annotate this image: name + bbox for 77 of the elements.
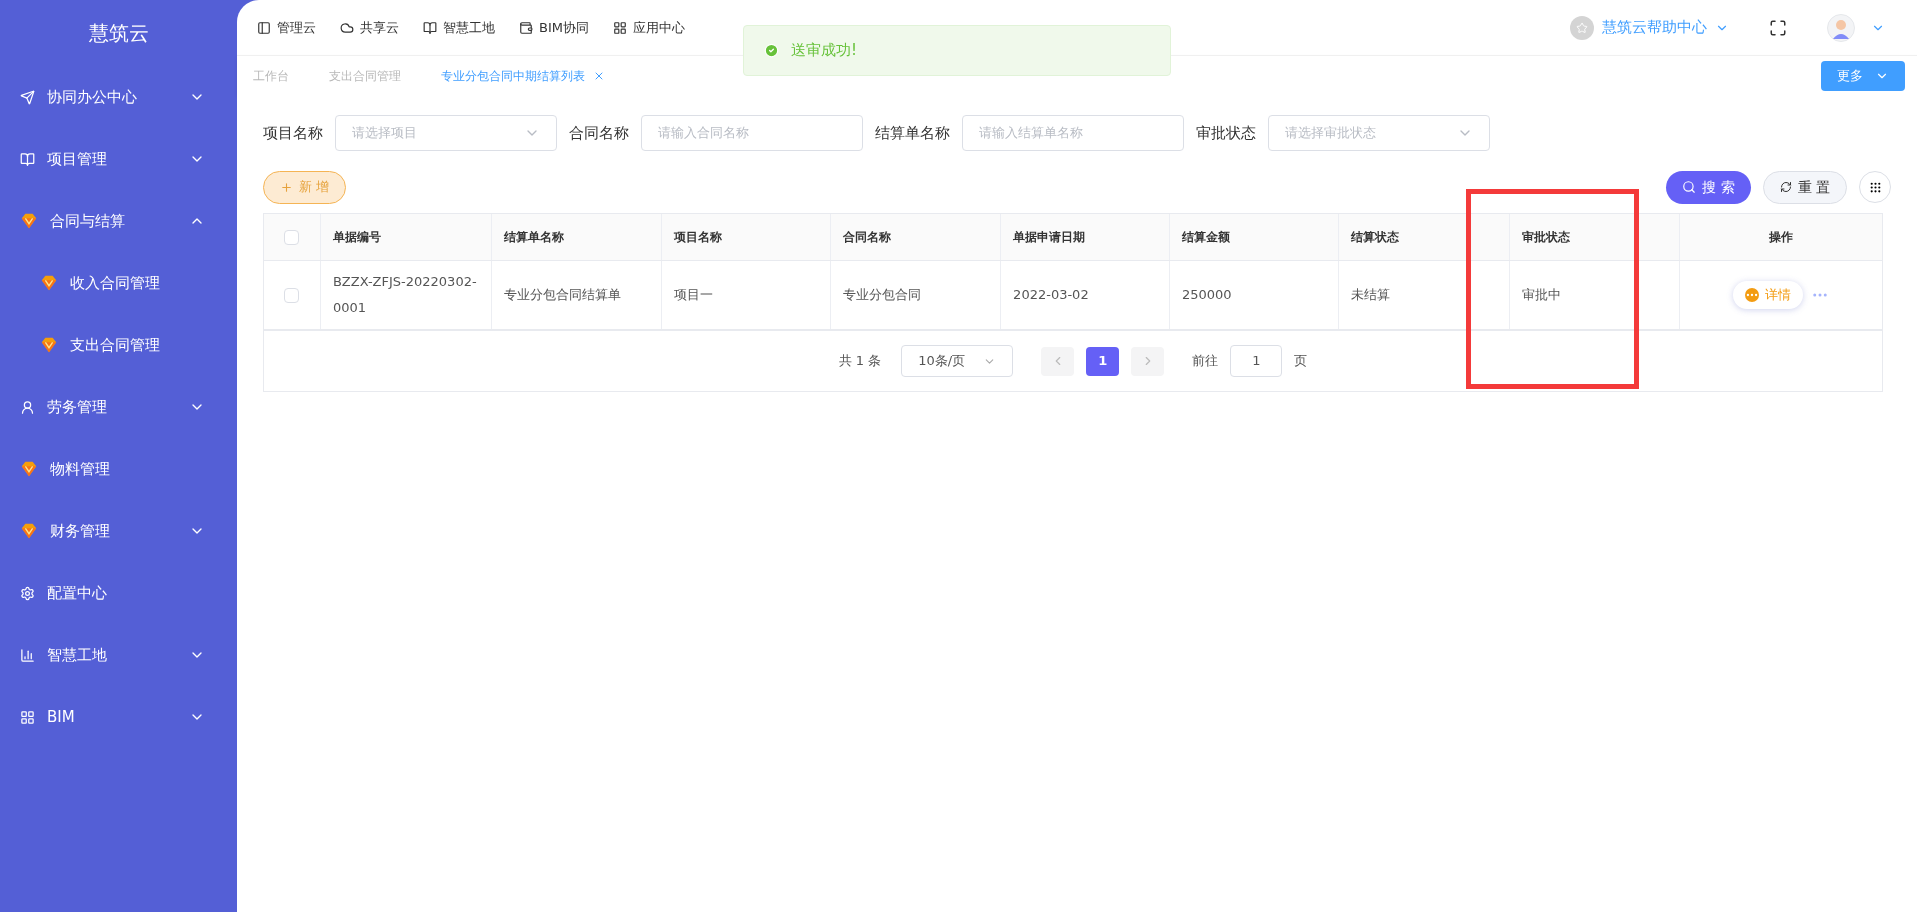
sidebar-item[interactable]: BIM [0, 686, 237, 748]
sidebar-item[interactable]: 项目管理 [0, 128, 237, 190]
page-size-select[interactable]: 10条/页 [901, 345, 1014, 377]
column-header: 结算金额 [1181, 229, 1230, 246]
total-count: 共 1 条 [838, 352, 882, 371]
star-badge-icon [1570, 15, 1594, 40]
filter-label: 结算单名称 [875, 122, 950, 144]
table-cell-text: 专业分包合同 [843, 286, 922, 304]
nav-link[interactable]: 共享云 [340, 17, 399, 38]
page-input[interactable]: 1 [1230, 345, 1283, 377]
gem-icon [40, 336, 58, 354]
sidebar-item[interactable]: 智慧工地 [0, 624, 237, 686]
success-toast: 送审成功! [743, 25, 1171, 76]
bar-chart-icon [20, 647, 35, 663]
plus-icon [280, 180, 293, 194]
table-cell-text: 未结算 [1350, 286, 1390, 304]
table-cell-text: BZZX-ZFJS-20220302-0001 [332, 273, 478, 317]
sidebar-item[interactable]: 合同与结算 [0, 190, 237, 252]
sidebar-item[interactable]: 收入合同管理 [0, 252, 237, 314]
sidebar-item[interactable]: 劳务管理 [0, 376, 237, 438]
grid-icon [20, 709, 35, 725]
column-header: 项目名称 [673, 229, 722, 246]
fullscreen-icon[interactable] [1769, 18, 1787, 37]
app-logo: 慧筑云 [87, 20, 150, 47]
refresh-icon [1779, 181, 1792, 193]
table-cell-text: 审批中 [1521, 286, 1561, 304]
sidebar-item[interactable]: 物料管理 [0, 438, 237, 500]
column-header: 单据申请日期 [1013, 229, 1086, 246]
search-button[interactable]: 搜 索 [1666, 170, 1751, 204]
nav-link[interactable]: 智慧工地 [423, 17, 495, 38]
column-header: 合同名称 [843, 229, 892, 246]
sidebar-item[interactable]: 配置中心 [0, 562, 237, 624]
send-icon [20, 89, 35, 105]
cloud-icon [340, 20, 354, 35]
column-header: 操作 [1769, 229, 1794, 246]
column-header: 结算状态 [1350, 229, 1399, 246]
nav-link[interactable]: 应用中心 [612, 17, 685, 38]
column-header: 审批状态 [1521, 229, 1570, 246]
sidebar-item[interactable]: 协同办公中心 [0, 66, 237, 128]
table-cell-text: 250000 [1181, 286, 1232, 304]
more-button[interactable]: 更多 [1821, 60, 1905, 91]
page-tab[interactable]: 专业分包合同中期结算列表 [441, 66, 605, 85]
gem-icon [40, 274, 58, 292]
book-icon [423, 20, 437, 35]
settings-icon [20, 585, 35, 601]
table-cell-text: 2022-03-02 [1013, 286, 1089, 304]
filter-label: 合同名称 [569, 122, 629, 144]
book-icon [20, 151, 35, 167]
table-cell-text: 项目一 [673, 286, 713, 304]
success-icon [764, 43, 779, 58]
user-icon [20, 399, 35, 415]
row-checkbox[interactable] [284, 287, 300, 303]
grid-icon [612, 20, 627, 35]
wallet-icon [519, 20, 533, 35]
nav-link[interactable]: 管理云 [257, 17, 316, 38]
search-icon [1682, 180, 1697, 194]
help-link[interactable]: 慧筑云帮助中心 [1570, 15, 1729, 40]
avatar[interactable] [1827, 13, 1855, 42]
panel-icon [257, 20, 271, 35]
more-icon [1745, 288, 1760, 302]
column-header: 结算单名称 [503, 229, 564, 246]
nav-link[interactable]: BIM协同 [519, 17, 589, 38]
page-suffix: 页 [1294, 352, 1308, 371]
sidebar-item[interactable]: 支出合同管理 [0, 314, 237, 376]
gem-icon [20, 460, 38, 478]
grid-icon [1868, 180, 1882, 194]
reset-button[interactable]: 重 置 [1762, 170, 1847, 204]
gem-icon [20, 212, 38, 230]
goto-label: 前往 [1192, 352, 1219, 371]
gem-icon [20, 522, 38, 540]
table-cell-text: 专业分包合同结算单 [503, 286, 621, 304]
column-header: 单据编号 [332, 229, 381, 246]
filter-label: 审批状态 [1196, 122, 1256, 144]
filter-label: 项目名称 [263, 122, 323, 144]
sidebar-item[interactable]: 财务管理 [0, 500, 237, 562]
select-all-checkbox[interactable] [284, 229, 300, 245]
page-button[interactable]: 1 [1086, 346, 1120, 376]
